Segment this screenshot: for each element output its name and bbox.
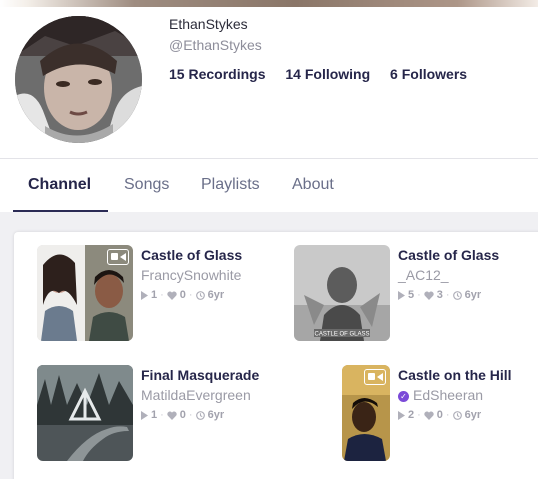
- tab-songs[interactable]: Songs: [124, 176, 169, 194]
- heart-icon: [424, 408, 437, 422]
- avatar[interactable]: [15, 16, 142, 143]
- play-icon: [398, 408, 408, 422]
- profile-stats: 15 Recordings 14 Following 6 Followers: [169, 66, 483, 82]
- video-camera-icon: [364, 369, 386, 385]
- recording-artist[interactable]: _AC12_: [398, 267, 499, 284]
- recording-meta: 2 · 0 · 6yr: [398, 408, 512, 422]
- recording-title[interactable]: Castle on the Hill: [398, 367, 512, 384]
- recording-title[interactable]: Final Masquerade: [141, 367, 259, 384]
- recording-artist[interactable]: FrancySnowhite: [141, 267, 242, 284]
- recording-meta: 1 · 0 · 6yr: [141, 288, 242, 302]
- recording-info: Castle of Glass FrancySnowhite 1 · 0 · 6yr: [141, 247, 242, 302]
- recordings-count-link[interactable]: 15 Recordings: [169, 66, 265, 82]
- like-count: 3: [436, 289, 443, 302]
- recording-card[interactable]: Castle of Glass FrancySnowhite 1 · 0 · 6yr: [37, 245, 282, 345]
- like-count: 0: [436, 409, 443, 422]
- cover-image-strip: [0, 0, 538, 7]
- play-icon: [141, 408, 151, 422]
- recording-title[interactable]: Castle of Glass: [141, 247, 242, 264]
- recording-card[interactable]: Castle on the Hill ✓ EdSheeran 2 · 0 · 6yr: [294, 365, 538, 465]
- recording-info: Final Masquerade MatildaEvergreen 1 · 0 · 6y…: [141, 367, 259, 422]
- profile-header: EthanStykes @EthanStykes 15 Recordings 1…: [0, 7, 538, 158]
- recording-age: 6yr: [207, 409, 225, 422]
- recording-thumbnail[interactable]: [37, 245, 133, 341]
- profile-handle: @EthanStykes: [169, 37, 262, 53]
- like-count: 0: [179, 409, 186, 422]
- video-camera-icon: [107, 249, 129, 265]
- recording-age: 6yr: [464, 409, 482, 422]
- play-icon: [141, 288, 151, 302]
- album-cover-label: CASTLE OF GLASS: [314, 332, 369, 338]
- play-count: 2: [408, 409, 415, 422]
- recording-meta: 5 · 3 · 6yr: [398, 288, 499, 302]
- clock-icon: [195, 408, 208, 422]
- recording-meta: 1 · 0 · 6yr: [141, 408, 259, 422]
- recording-artist[interactable]: MatildaEvergreen: [141, 387, 259, 404]
- recording-thumbnail[interactable]: [342, 365, 390, 461]
- recording-card[interactable]: Final Masquerade MatildaEvergreen 1 · 0 · 6y…: [37, 365, 282, 465]
- heart-icon: [167, 408, 180, 422]
- tab-channel[interactable]: Channel: [28, 176, 91, 194]
- recording-age: 6yr: [464, 289, 482, 302]
- clock-icon: [452, 408, 465, 422]
- followers-count-link[interactable]: 6 Followers: [390, 66, 467, 82]
- following-count-link[interactable]: 14 Following: [285, 66, 370, 82]
- clock-icon: [452, 288, 465, 302]
- tab-about[interactable]: About: [292, 176, 334, 194]
- play-icon: [398, 288, 408, 302]
- tab-playlists[interactable]: Playlists: [201, 176, 260, 194]
- heart-icon: [424, 288, 437, 302]
- play-count: 1: [151, 289, 158, 302]
- recording-artist[interactable]: ✓ EdSheeran: [398, 387, 512, 404]
- profile-username: EthanStykes: [169, 16, 248, 32]
- recording-thumbnail[interactable]: [37, 365, 133, 461]
- play-count: 1: [151, 409, 158, 422]
- recording-card[interactable]: CASTLE OF GLASS Castle of Glass _AC12_ 5…: [294, 245, 538, 345]
- play-count: 5: [408, 289, 415, 302]
- verified-check-icon: ✓: [398, 391, 409, 402]
- recording-info: Castle on the Hill ✓ EdSheeran 2 · 0 · 6yr: [398, 367, 512, 422]
- clock-icon: [195, 288, 208, 302]
- recording-thumbnail[interactable]: CASTLE OF GLASS: [294, 245, 390, 341]
- recording-age: 6yr: [207, 289, 225, 302]
- recording-title[interactable]: Castle of Glass: [398, 247, 499, 264]
- recording-artist-name[interactable]: EdSheeran: [413, 387, 483, 403]
- heart-icon: [167, 288, 180, 302]
- recording-info: Castle of Glass _AC12_ 5 · 3 · 6yr: [398, 247, 499, 302]
- like-count: 0: [179, 289, 186, 302]
- profile-tabs: Channel Songs Playlists About: [0, 158, 538, 213]
